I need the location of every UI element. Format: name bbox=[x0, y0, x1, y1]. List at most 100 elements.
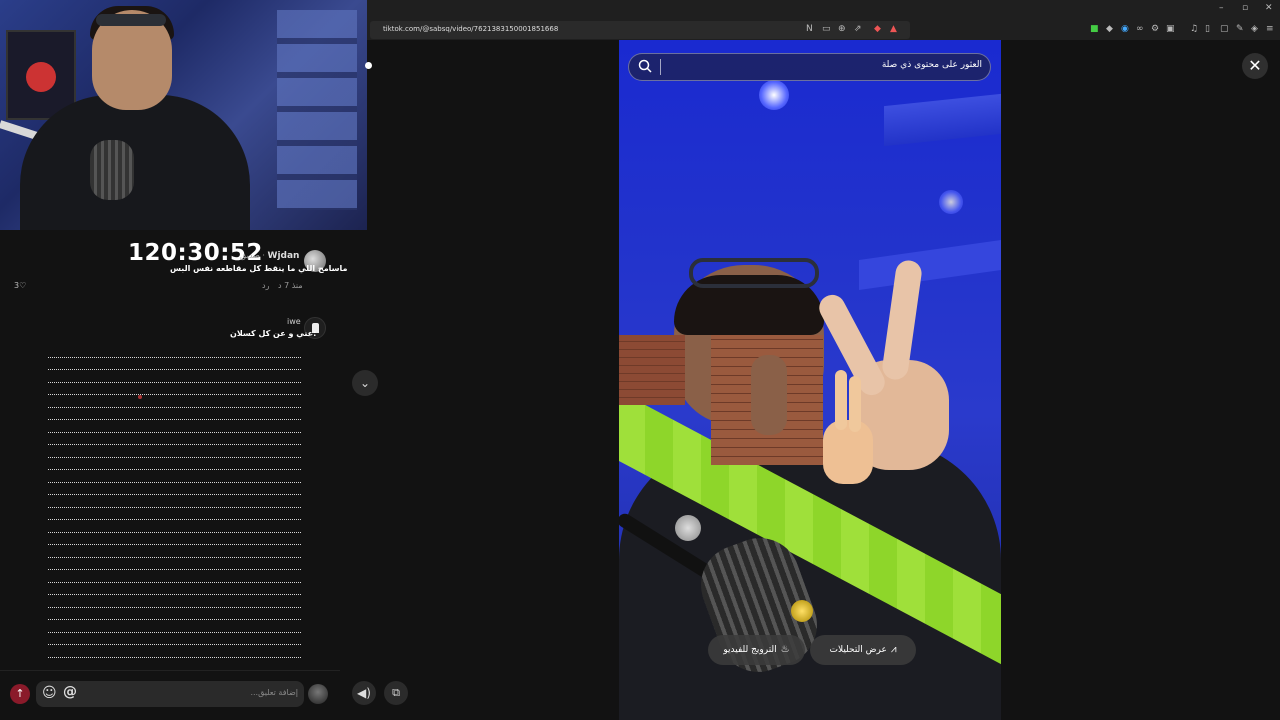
extension-icon[interactable]: ▣ bbox=[1166, 24, 1175, 34]
dot-line bbox=[48, 358, 301, 370]
share-icon[interactable]: ⇗ bbox=[854, 24, 862, 34]
brave-rewards-icon[interactable]: ▲ bbox=[890, 24, 897, 34]
comment-text: :عني و عن كل كسلان bbox=[230, 329, 317, 338]
scroll-down-button[interactable]: ⌄ bbox=[352, 370, 378, 396]
comment-meta: منذ 7 د رد bbox=[262, 281, 303, 290]
view-analytics-button[interactable]: ⩘عرض التحليلات bbox=[810, 635, 916, 665]
promote-label: الترويج للفيديو bbox=[723, 645, 777, 655]
chevron-down-icon: ⌄ bbox=[359, 376, 371, 390]
flame-icon: ♨ bbox=[780, 644, 790, 655]
dot-line bbox=[48, 520, 301, 533]
dot-line bbox=[48, 583, 301, 595]
maximize-button[interactable]: ▫ bbox=[1242, 3, 1248, 13]
extension-icon[interactable]: ◆ bbox=[1106, 24, 1113, 34]
mic-mount bbox=[675, 515, 701, 541]
game-hand bbox=[817, 370, 877, 490]
comment-time: منذ 7 د bbox=[277, 281, 303, 290]
cast-icon[interactable]: ▭ bbox=[822, 24, 831, 34]
dot-line bbox=[48, 495, 301, 508]
wallet-icon[interactable]: ▢ bbox=[1220, 24, 1229, 34]
close-button[interactable]: ✕ bbox=[1242, 53, 1268, 79]
wall-shelf bbox=[884, 93, 1001, 147]
emoji-icon[interactable]: ☺ bbox=[42, 685, 57, 701]
volume-button[interactable]: ◀) bbox=[352, 681, 376, 705]
extension-icon[interactable]: ∞ bbox=[1136, 24, 1144, 34]
dot-line bbox=[48, 470, 301, 483]
dot-line bbox=[48, 395, 301, 408]
dot-line bbox=[48, 445, 301, 458]
translate-icon[interactable]: N bbox=[806, 24, 813, 34]
hand-finger bbox=[849, 376, 861, 432]
close-icon: ✕ bbox=[1248, 56, 1262, 75]
dot-line bbox=[48, 483, 301, 495]
dot-line bbox=[48, 620, 301, 633]
zoom-icon[interactable]: ⊕ bbox=[838, 24, 846, 34]
extension-icon[interactable]: ■ bbox=[1090, 24, 1099, 34]
dot-line bbox=[48, 645, 301, 658]
brick-wall bbox=[619, 335, 685, 405]
extension-icon[interactable]: ⚙ bbox=[1151, 24, 1159, 34]
extension-icon[interactable]: ◉ bbox=[1121, 24, 1129, 34]
comment-username[interactable]: Wjdan · صديق bbox=[240, 251, 299, 261]
comment-placeholder: إضافة تعليق... bbox=[250, 688, 298, 697]
analytics-label: عرض التحليلات bbox=[829, 645, 887, 655]
search-input[interactable]: العثور على محتوى ذي صلة bbox=[700, 60, 982, 70]
dot-line bbox=[48, 570, 301, 583]
person-sunglasses bbox=[689, 258, 819, 288]
background-shelf bbox=[277, 10, 357, 210]
dot-line bbox=[48, 408, 301, 420]
mic-knob bbox=[791, 600, 813, 622]
dot-line bbox=[48, 370, 301, 383]
search-divider bbox=[660, 59, 661, 75]
video-player[interactable] bbox=[619, 40, 1001, 720]
dot-line bbox=[48, 558, 301, 570]
reply-button[interactable]: رد bbox=[262, 281, 269, 290]
ceiling-light bbox=[939, 190, 963, 214]
menu-icon[interactable]: ≡ bbox=[1266, 24, 1274, 34]
volume-icon: ◀) bbox=[357, 686, 371, 700]
comment-text: ماسامح اللي ما ينقط كل مقاطعه نفس البس bbox=[170, 264, 348, 273]
minimize-button[interactable]: – bbox=[1219, 3, 1224, 13]
pip-button[interactable]: ⧉ bbox=[384, 681, 408, 705]
like-button[interactable]: 3♡ bbox=[14, 281, 26, 290]
heart-icon: ♡ bbox=[19, 281, 27, 290]
brave-shield-icon[interactable]: ◆ bbox=[874, 24, 881, 34]
dot-line bbox=[48, 458, 301, 470]
dot-line bbox=[48, 420, 301, 433]
search-icon[interactable] bbox=[637, 58, 653, 74]
hand-palm bbox=[823, 420, 873, 484]
at-icon[interactable]: @ bbox=[63, 684, 77, 700]
dot-line bbox=[48, 345, 301, 358]
dot-line bbox=[48, 433, 301, 445]
vpn-icon[interactable]: ◈ bbox=[1251, 24, 1258, 34]
comment-username[interactable]: iwe bbox=[287, 317, 301, 326]
media-icon[interactable]: ♫ bbox=[1190, 24, 1198, 34]
webcam-microphone bbox=[90, 140, 134, 200]
dot-line bbox=[48, 595, 301, 608]
brick-wall bbox=[711, 335, 823, 465]
picture-in-picture-icon: ⧉ bbox=[392, 686, 400, 699]
dot-line bbox=[48, 633, 301, 645]
promote-video-button[interactable]: ♨الترويج للفيديو bbox=[708, 635, 805, 665]
dot-line bbox=[48, 608, 301, 620]
sidebar-icon[interactable]: ▯ bbox=[1205, 24, 1210, 34]
screen: 120:30:52 Wjdan · صديق ماسامح اللي ما ين… bbox=[0, 0, 1280, 720]
streamer-hoodie bbox=[20, 95, 250, 230]
window-close-button[interactable]: ✕ bbox=[1265, 3, 1273, 13]
dot-line bbox=[48, 383, 301, 395]
extensions-puzzle-icon[interactable]: ✎ bbox=[1236, 24, 1244, 34]
url-text[interactable]: tiktok.com/@sabsq/video/7621383150001851… bbox=[383, 25, 558, 33]
dot-line bbox=[48, 533, 301, 545]
dot-line bbox=[48, 545, 301, 558]
side-dot bbox=[365, 62, 372, 69]
hand-finger bbox=[835, 370, 847, 430]
comment-dot-art bbox=[48, 345, 301, 658]
webcam-overlay bbox=[0, 0, 367, 230]
send-arrow-icon: ↑ bbox=[15, 687, 25, 700]
send-button[interactable]: ↑ bbox=[10, 684, 30, 704]
chart-icon: ⩘ bbox=[890, 644, 897, 655]
streamer-sunglasses bbox=[96, 14, 166, 26]
user-avatar bbox=[308, 684, 328, 704]
red-dot bbox=[138, 395, 142, 399]
ceiling-light bbox=[759, 80, 789, 110]
